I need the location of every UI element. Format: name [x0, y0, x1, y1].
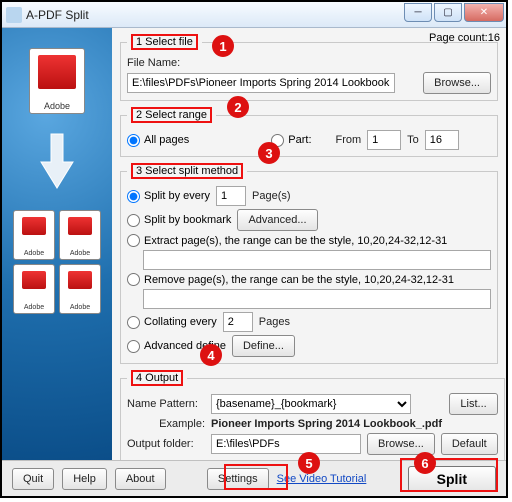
- default-button[interactable]: Default: [441, 433, 498, 455]
- annotation-6: 6: [414, 452, 436, 474]
- pdf-out-icon: [59, 210, 101, 260]
- from-label: From: [336, 134, 362, 146]
- remove-input[interactable]: [143, 289, 491, 309]
- radio-split-every-input[interactable]: [127, 190, 140, 203]
- page-count-value: 16: [488, 32, 500, 44]
- radio-advdefine-input[interactable]: [127, 340, 140, 353]
- app-icon: [6, 7, 22, 23]
- outfolder-input[interactable]: [211, 434, 361, 454]
- radio-extract[interactable]: Extract page(s), the range can be the st…: [127, 234, 447, 247]
- radio-remove-input[interactable]: [127, 273, 140, 286]
- pdf-out-icon: [59, 264, 101, 314]
- radio-part[interactable]: Part:: [271, 134, 311, 147]
- outfolder-label: Output folder:: [127, 438, 205, 450]
- close-button[interactable]: ✕: [464, 3, 504, 22]
- legend-2: 2 Select range: [131, 107, 212, 123]
- to-label: To: [407, 134, 419, 146]
- legend-1: 1 Select file: [131, 34, 198, 50]
- page-count: Page count:16: [429, 32, 500, 44]
- radio-split-bookmark[interactable]: Split by bookmark: [127, 214, 231, 227]
- titlebar: A-PDF Split ─ ▢ ✕: [2, 2, 506, 28]
- radio-split-bookmark-label: Split by bookmark: [144, 214, 231, 226]
- radio-split-bookmark-input[interactable]: [127, 214, 140, 227]
- collating-suffix: Pages: [259, 316, 290, 328]
- radio-collating-input[interactable]: [127, 316, 140, 329]
- about-button[interactable]: About: [115, 468, 166, 490]
- radio-extract-input[interactable]: [127, 234, 140, 247]
- tutorial-link[interactable]: See Video Tutorial: [277, 473, 367, 485]
- minimize-button[interactable]: ─: [404, 3, 432, 22]
- radio-remove[interactable]: Remove page(s), the range can be the sty…: [127, 273, 454, 286]
- radio-all-pages[interactable]: All pages: [127, 134, 189, 147]
- example-value: Pioneer Imports Spring 2014 Lookbook_.pd…: [211, 418, 442, 430]
- annotation-2: 2: [227, 96, 249, 118]
- maximize-button[interactable]: ▢: [434, 3, 462, 22]
- from-input[interactable]: [367, 130, 401, 150]
- to-input[interactable]: [425, 130, 459, 150]
- radio-extract-label: Extract page(s), the range can be the st…: [144, 235, 447, 247]
- list-button[interactable]: List...: [449, 393, 497, 415]
- sidebar: [2, 28, 112, 460]
- window-buttons: ─ ▢ ✕: [402, 3, 504, 22]
- name-pattern-select[interactable]: {basename}_{bookmark}: [211, 394, 411, 414]
- section-select-file: 1 Select file File Name: Browse...: [120, 34, 498, 101]
- radio-all-pages-label: All pages: [144, 134, 189, 146]
- define-button[interactable]: Define...: [232, 335, 295, 357]
- split-every-input[interactable]: [216, 186, 246, 206]
- extract-input[interactable]: [143, 250, 491, 270]
- legend-3: 3 Select split method: [131, 163, 243, 179]
- split-every-suffix: Page(s): [252, 190, 291, 202]
- arrow-down-icon: [35, 132, 79, 192]
- help-button[interactable]: Help: [62, 468, 107, 490]
- advanced-button[interactable]: Advanced...: [237, 209, 317, 231]
- filename-label: File Name:: [127, 57, 180, 69]
- radio-all-pages-input[interactable]: [127, 134, 140, 147]
- example-label: Example:: [127, 418, 205, 430]
- app-window: A-PDF Split ─ ▢ ✕ Page count:16: [0, 0, 508, 498]
- radio-remove-label: Remove page(s), the range can be the sty…: [144, 274, 454, 286]
- pdf-output-icons: [10, 210, 104, 314]
- section-output: 4 Output Name Pattern: {basename}_{bookm…: [120, 370, 505, 460]
- window-title: A-PDF Split: [26, 8, 89, 22]
- section-select-range: 2 Select range All pages Part: From To: [120, 107, 498, 157]
- radio-part-label: Part:: [288, 134, 311, 146]
- section-split-method: 3 Select split method Split by every Pag…: [120, 163, 498, 364]
- annotation-4: 4: [200, 344, 222, 366]
- quit-button[interactable]: Quit: [12, 468, 54, 490]
- pdf-out-icon: [13, 210, 55, 260]
- pdf-input-icon: [29, 48, 85, 114]
- annotation-5: 5: [298, 452, 320, 474]
- radio-split-every[interactable]: Split by every: [127, 190, 210, 203]
- annotation-3: 3: [258, 142, 280, 164]
- radio-split-every-label: Split by every: [144, 190, 210, 202]
- pdf-out-icon: [13, 264, 55, 314]
- radio-collating[interactable]: Collating every: [127, 316, 217, 329]
- annotation-1: 1: [212, 35, 234, 57]
- radio-collating-label: Collating every: [144, 316, 217, 328]
- collating-input[interactable]: [223, 312, 253, 332]
- main-panel: Page count:16 1 Select file File Name: B…: [112, 28, 506, 460]
- client-area: Page count:16 1 Select file File Name: B…: [2, 28, 506, 460]
- browse-file-button[interactable]: Browse...: [423, 72, 491, 94]
- filename-input[interactable]: [127, 73, 395, 93]
- legend-4: 4 Output: [131, 370, 183, 386]
- page-count-label: Page count:: [429, 32, 488, 44]
- settings-button[interactable]: Settings: [207, 468, 269, 490]
- name-pattern-label: Name Pattern:: [127, 398, 205, 410]
